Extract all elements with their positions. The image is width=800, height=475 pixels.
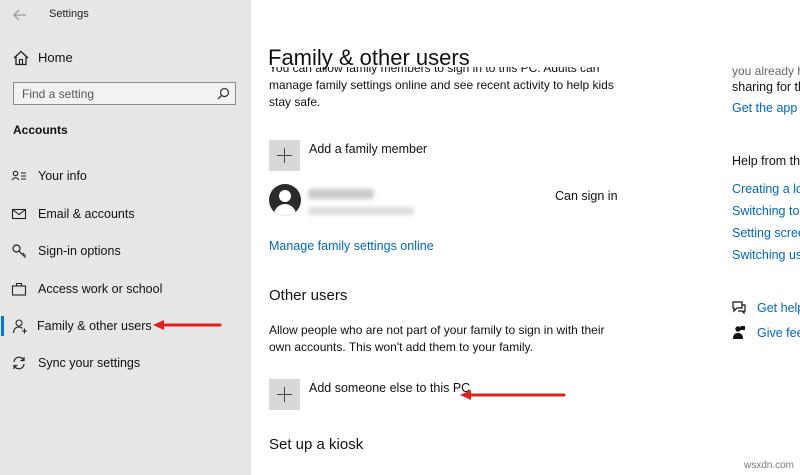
get-app-link[interactable]: Get the app <box>732 101 797 115</box>
family-intro-text: You can allow family members to sign in … <box>269 67 619 127</box>
related-text-line: sharing for th <box>732 80 800 94</box>
help-heading: Help from the <box>732 154 800 168</box>
back-arrow-icon <box>13 9 26 21</box>
feedback-icon <box>733 326 745 339</box>
sidebar-item-label: Access work or school <box>38 282 163 296</box>
add-someone-else-label[interactable]: Add someone else to this PC <box>309 381 470 395</box>
back-button[interactable] <box>10 6 30 24</box>
add-someone-else-button[interactable] <box>269 379 300 410</box>
title-bar: Settings <box>0 0 251 30</box>
sidebar: Settings Home Find a setting Accounts Yo… <box>0 0 251 475</box>
other-users-heading: Other users <box>269 287 348 304</box>
avatar[interactable] <box>269 184 301 216</box>
sidebar-item-sign-in-options[interactable]: Sign-in options <box>0 236 251 266</box>
sync-icon <box>13 356 25 370</box>
person-card-icon <box>11 170 26 181</box>
home-nav-item[interactable]: Home <box>0 45 251 71</box>
give-feedback-link[interactable]: Give feedb <box>757 326 800 340</box>
blurred-member-email <box>308 207 414 215</box>
section-label-accounts: Accounts <box>13 123 68 137</box>
search-icon[interactable] <box>217 87 230 100</box>
avatar-body <box>274 204 296 216</box>
sidebar-item-label: Sign-in options <box>38 244 121 258</box>
search-input[interactable]: Find a setting <box>13 82 236 105</box>
member-status: Can sign in <box>555 189 618 203</box>
add-family-member-label[interactable]: Add a family member <box>309 142 427 156</box>
sidebar-item-label: Family & other users <box>37 319 152 333</box>
sidebar-item-sync-settings[interactable]: Sync your settings <box>0 348 251 378</box>
kiosk-heading: Set up a kiosk <box>269 436 364 453</box>
intro-line: You can allow family members to sign in … <box>269 67 600 75</box>
annotation-arrow-sidebar <box>153 320 222 330</box>
briefcase-icon <box>11 282 27 296</box>
annotation-arrow-add-user <box>460 390 566 400</box>
add-family-member-button[interactable] <box>269 140 300 171</box>
related-text-line: you already h <box>732 64 800 78</box>
sidebar-item-label: Sync your settings <box>38 356 141 370</box>
sidebar-item-label: Email & accounts <box>38 207 135 221</box>
intro-line: stay safe. <box>269 95 321 109</box>
home-icon <box>13 50 29 66</box>
manage-family-link[interactable]: Manage family settings online <box>269 239 434 253</box>
help-link[interactable]: Setting scree <box>732 226 800 240</box>
other-users-description: Allow people who are not part of your fa… <box>269 323 605 354</box>
watermark: wsxdn.com <box>743 460 794 471</box>
mail-icon <box>11 208 27 220</box>
chat-help-icon <box>732 301 746 315</box>
help-link[interactable]: Switching to a <box>732 204 800 218</box>
help-link[interactable]: Switching use <box>732 248 800 262</box>
help-link[interactable]: Creating a loc <box>732 182 800 196</box>
sidebar-item-access-work[interactable]: Access work or school <box>0 274 251 304</box>
avatar-head <box>279 190 291 202</box>
related-panel: you already h sharing for th Get the app… <box>721 0 800 475</box>
sidebar-item-email-accounts[interactable]: Email & accounts <box>0 199 251 229</box>
blurred-member-name <box>308 189 374 199</box>
main-content: Family & other users You can allow famil… <box>251 0 721 475</box>
search-placeholder: Find a setting <box>22 87 95 101</box>
app-title: Settings <box>49 8 89 20</box>
sidebar-item-label: Your info <box>38 169 87 183</box>
sidebar-item-your-info[interactable]: Your info <box>0 161 251 191</box>
key-icon <box>12 244 26 258</box>
person-add-icon <box>12 319 27 334</box>
intro-line: manage family settings online and see re… <box>269 78 614 92</box>
home-label: Home <box>38 50 73 65</box>
active-indicator <box>1 316 4 336</box>
get-help-link[interactable]: Get help <box>757 301 800 315</box>
